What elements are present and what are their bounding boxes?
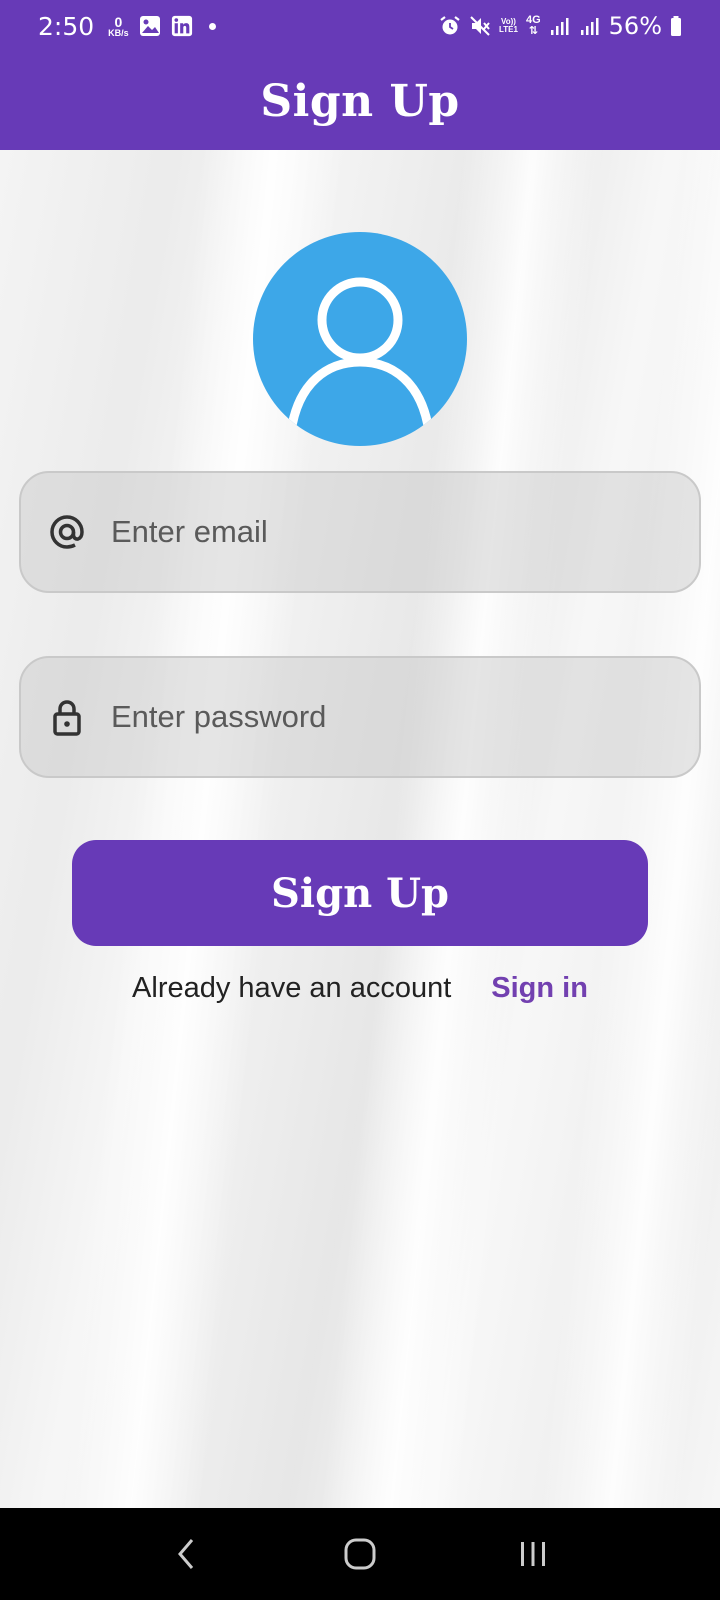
email-field[interactable] bbox=[19, 471, 701, 593]
data-rate-unit: KB/s bbox=[108, 27, 129, 38]
network-lte: LTE1 bbox=[499, 25, 518, 34]
status-time: 2:50 bbox=[38, 11, 95, 41]
user-avatar-icon[interactable] bbox=[253, 232, 467, 446]
linkedin-icon bbox=[171, 15, 193, 37]
page-title: Sign Up bbox=[260, 75, 460, 127]
account-prompt-text: Already have an account bbox=[132, 972, 452, 1004]
lock-icon bbox=[45, 695, 89, 739]
account-prompt: Already have an account Sign in bbox=[0, 972, 720, 1005]
home-icon[interactable] bbox=[330, 1524, 390, 1584]
status-left: 2:50 0 KB/s bbox=[38, 12, 216, 41]
battery-percent: 56% bbox=[608, 12, 662, 40]
email-input[interactable] bbox=[111, 514, 631, 550]
app-bar: Sign Up bbox=[0, 52, 720, 150]
back-icon[interactable] bbox=[157, 1524, 217, 1584]
signin-link[interactable]: Sign in bbox=[491, 972, 588, 1005]
status-bar: 2:50 0 KB/s Vo)) LTE1 4G ⇅ 56% bbox=[0, 0, 720, 52]
data-arrows-icon: ⇅ bbox=[528, 25, 538, 37]
battery-icon bbox=[670, 15, 682, 37]
password-input[interactable] bbox=[111, 699, 631, 735]
at-sign-icon bbox=[45, 510, 89, 554]
data-rate: 0 KB/s bbox=[108, 15, 129, 38]
password-field[interactable] bbox=[19, 656, 701, 778]
alarm-icon bbox=[439, 15, 461, 37]
gallery-icon bbox=[139, 15, 161, 37]
status-right: Vo)) LTE1 4G ⇅ 56% bbox=[439, 12, 682, 40]
signup-form: Sign Up Already have an account Sign in bbox=[0, 150, 720, 1508]
mute-icon bbox=[469, 15, 491, 37]
signup-button[interactable]: Sign Up bbox=[72, 840, 648, 946]
notification-dot bbox=[208, 22, 216, 30]
data-rate-value: 0 bbox=[114, 13, 123, 30]
recents-icon[interactable] bbox=[503, 1524, 563, 1584]
network-type-block: 4G ⇅ bbox=[526, 15, 541, 37]
signal-icon bbox=[549, 15, 571, 37]
system-nav-bar bbox=[0, 1508, 720, 1600]
signal-icon bbox=[579, 15, 601, 37]
network-info: Vo)) LTE1 bbox=[499, 18, 518, 34]
